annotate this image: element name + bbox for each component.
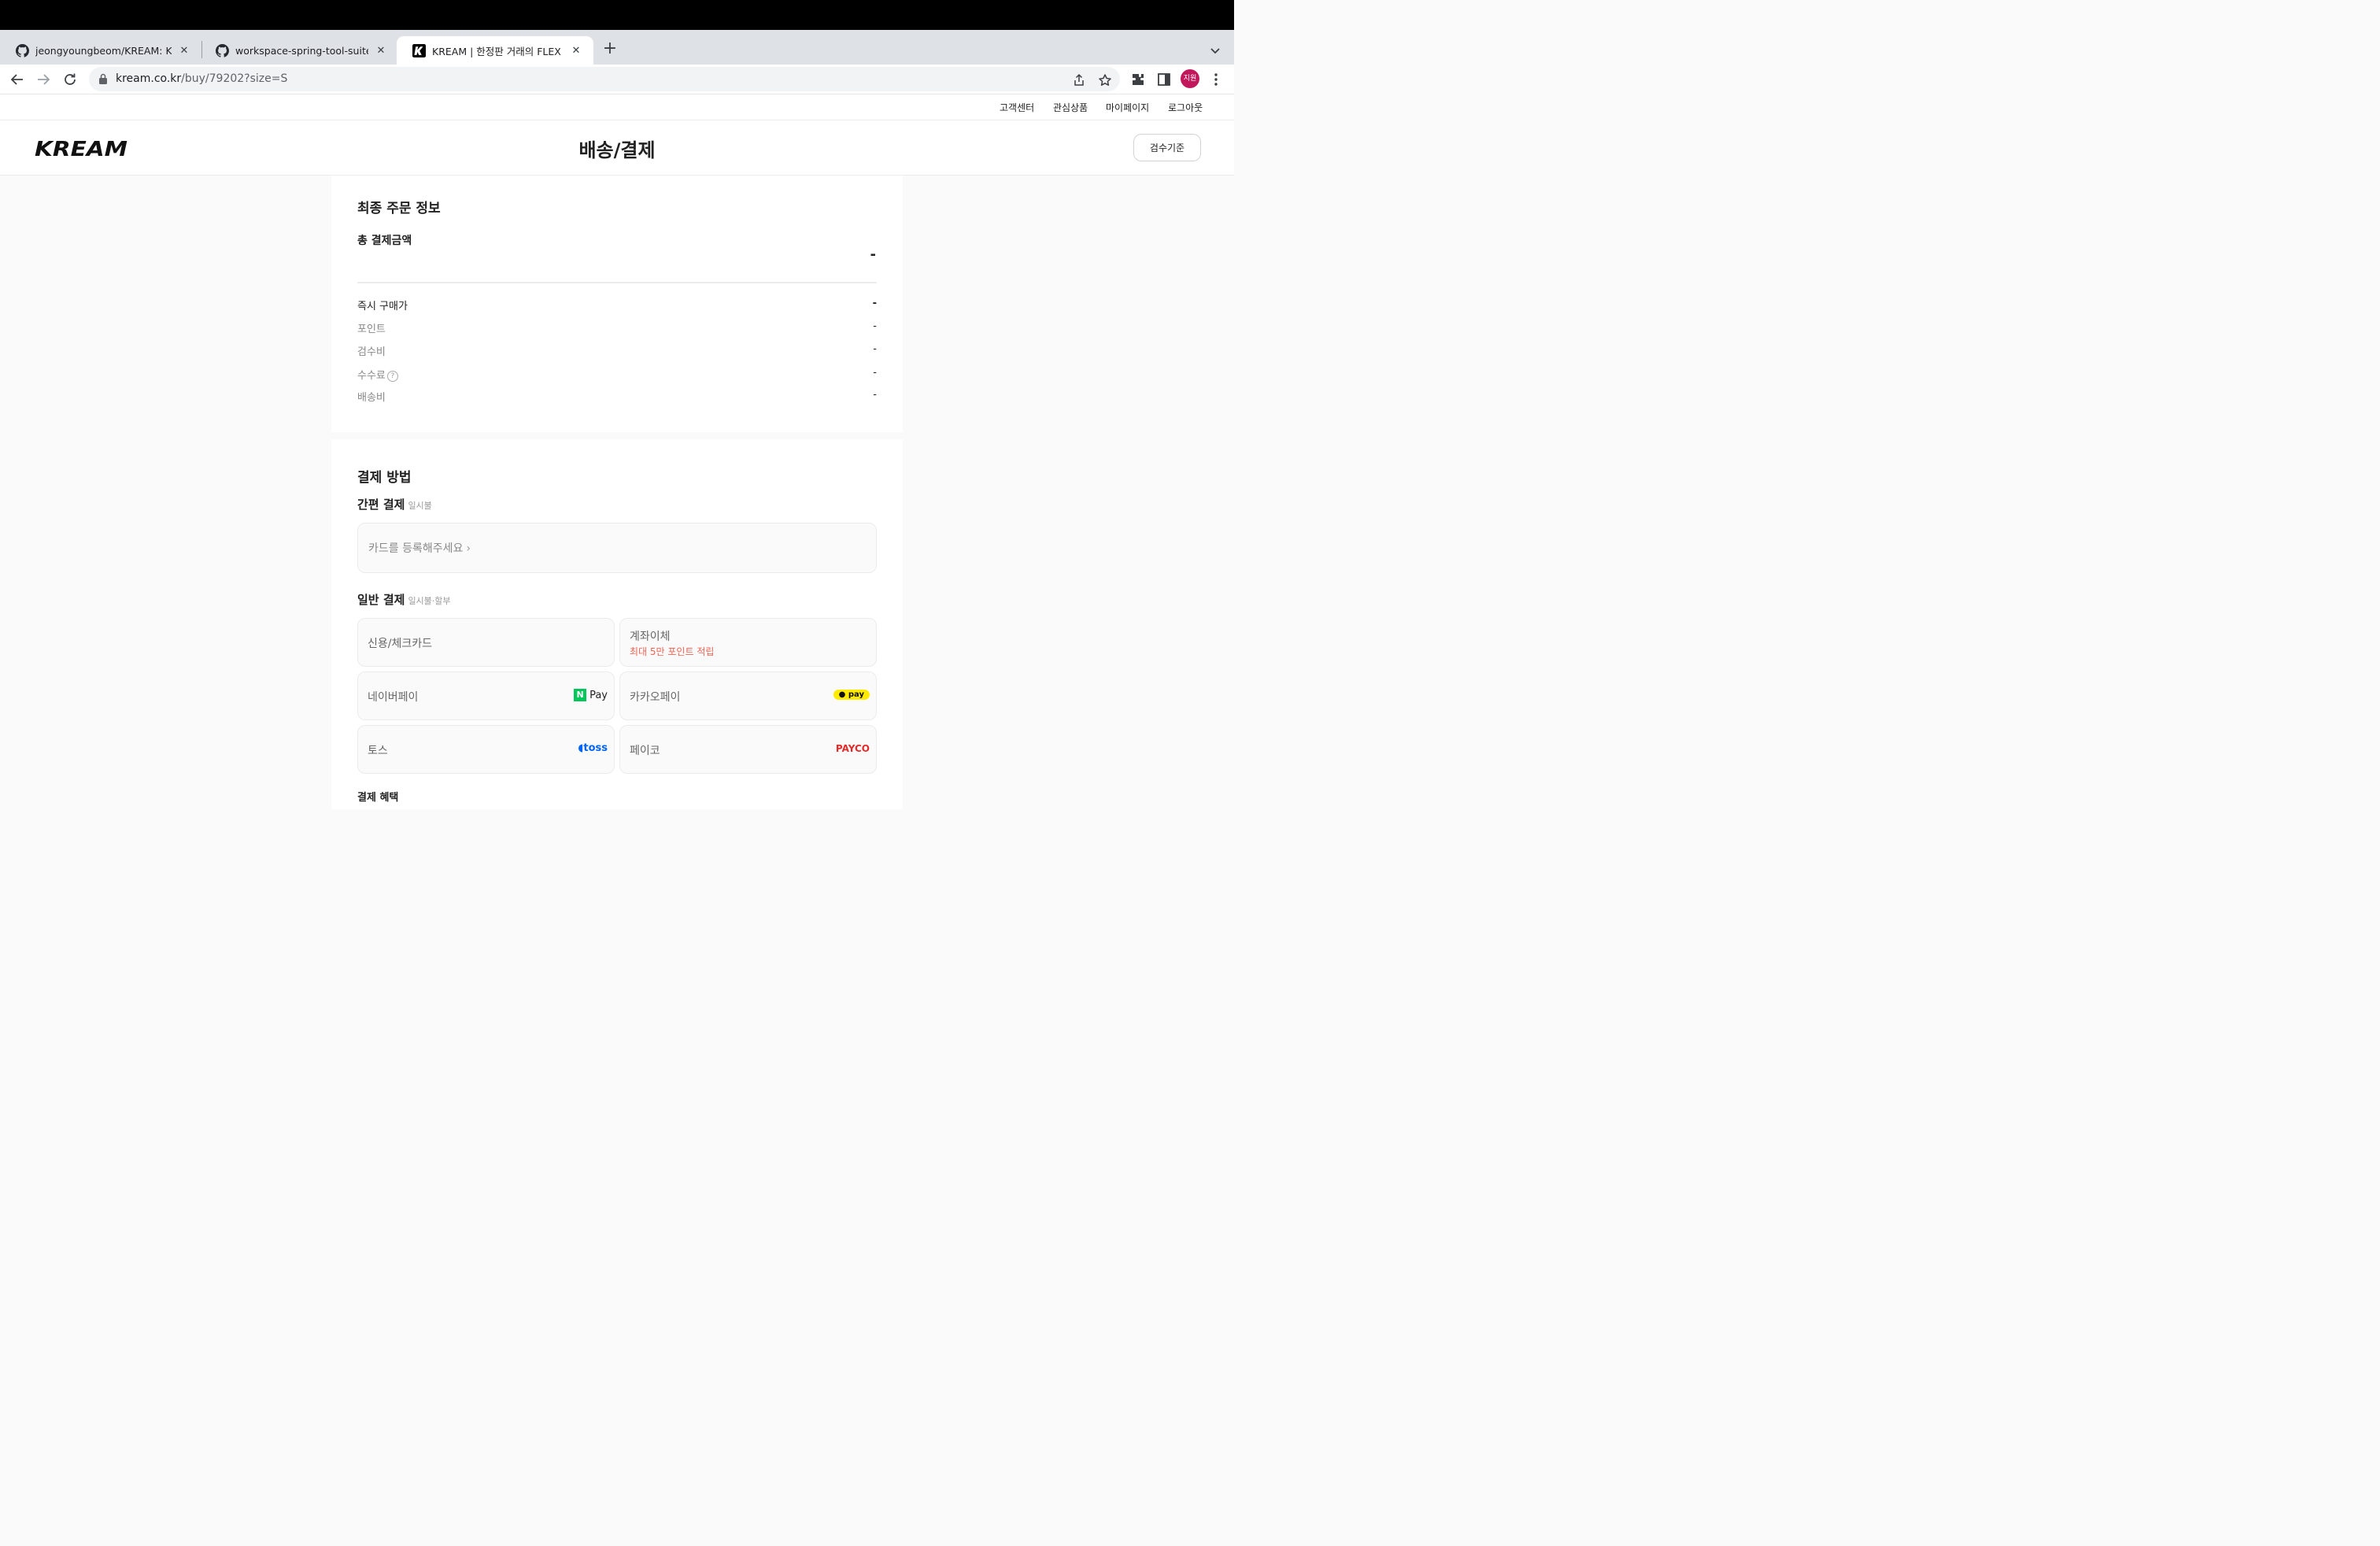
browser-tab-github-workspace[interactable]: workspace-spring-tool-suite-4 ✕ xyxy=(200,36,398,65)
browser-tab-kream-active[interactable]: KREAM | 한정판 거래의 FLEX ✕ xyxy=(397,36,593,65)
row-label: 검수비 xyxy=(357,346,386,358)
row-label: 즉시 구매가 xyxy=(357,301,408,313)
forward-arrow-icon[interactable] xyxy=(35,71,52,88)
kream-icon xyxy=(412,43,426,57)
url-text[interactable]: kream.co.kr/buy/79202?size=S xyxy=(116,72,287,85)
tab-search-chevron-icon[interactable] xyxy=(1207,43,1223,58)
row-value: - xyxy=(873,367,877,379)
close-tab-icon[interactable]: ✕ xyxy=(178,45,190,57)
pay-option-naverpay[interactable]: 네이버페이 N Pay xyxy=(357,671,615,720)
order-summary-title: 최종 주문 정보 xyxy=(357,201,441,216)
profile-avatar[interactable]: 지원 xyxy=(1181,69,1199,88)
price-row-buy-now: 즉시 구매가 - xyxy=(357,298,877,313)
link-customer-center[interactable]: 고객센터 xyxy=(1000,101,1034,114)
general-pay-note: 일시불·할부 xyxy=(408,596,451,606)
help-question-icon[interactable]: ? xyxy=(386,371,398,382)
pay-option-payco[interactable]: 페이코 PAYCO xyxy=(619,725,877,774)
github-icon xyxy=(16,43,29,57)
toss-logo: ◖toss xyxy=(578,742,608,754)
extensions-puzzle-icon[interactable] xyxy=(1130,72,1146,87)
page-title: 배송/결제 xyxy=(578,139,656,161)
total-payment-value: - xyxy=(870,246,876,263)
link-mypage[interactable]: 마이페이지 xyxy=(1106,101,1149,114)
reload-icon[interactable] xyxy=(61,71,79,88)
pay-option-bank-transfer[interactable]: 계좌이체 최대 5만 포인트 적립 xyxy=(619,618,877,667)
pay-option-label: 카카오페이 xyxy=(630,691,681,704)
close-tab-icon[interactable]: ✕ xyxy=(570,45,582,57)
pay-option-label: 페이코 xyxy=(630,745,660,757)
more-menu-icon[interactable] xyxy=(1208,72,1224,87)
utility-bar: 고객센터 관심상품 마이페이지 로그아웃 xyxy=(0,94,1234,120)
browser-toolbar: kream.co.kr/buy/79202?size=S 지원 xyxy=(0,65,1234,94)
bookmark-star-icon[interactable] xyxy=(1098,73,1112,87)
inspection-criteria-button[interactable]: 검수기준 xyxy=(1133,134,1201,161)
tab-title: workspace-spring-tool-suite-4 xyxy=(235,44,368,57)
link-logout[interactable]: 로그아웃 xyxy=(1168,101,1203,114)
pay-option-toss[interactable]: 토스 ◖toss xyxy=(357,725,615,774)
naver-n-badge: N xyxy=(574,689,587,701)
side-panel-icon[interactable] xyxy=(1156,72,1172,87)
pay-option-label: 계좌이체 xyxy=(630,631,671,643)
naverpay-logo: N Pay xyxy=(574,689,608,701)
payment-method-title: 결제 방법 xyxy=(357,470,412,486)
general-pay-heading: 일반 결제 일시불·할부 xyxy=(357,593,451,607)
tab-separator xyxy=(201,41,202,58)
divider xyxy=(357,282,877,283)
row-value: - xyxy=(873,320,877,332)
price-row-commission: 수수료? - xyxy=(357,367,877,383)
chevron-right-icon: › xyxy=(466,542,471,555)
easy-pay-heading: 간편 결제 일시불 xyxy=(357,497,432,512)
share-icon[interactable] xyxy=(1072,73,1086,87)
system-top-bar xyxy=(0,0,1234,30)
tab-title: jeongyoungbeom/KREAM: KREAM xyxy=(35,44,172,57)
browser-tab-github-kream[interactable]: jeongyoungbeom/KREAM: KREAM ✕ xyxy=(0,36,201,65)
easy-pay-note: 일시불 xyxy=(408,501,432,511)
payment-method-panel: 결제 방법 간편 결제 일시불 카드를 등록해주세요 › 일반 결제 일시불·할부 신… xyxy=(331,439,903,809)
bank-transfer-promo: 최대 5만 포인트 적립 xyxy=(630,646,715,657)
pay-option-label: 토스 xyxy=(368,745,388,757)
price-row-points: 포인트 - xyxy=(357,320,877,336)
address-bar[interactable]: kream.co.kr/buy/79202?size=S xyxy=(89,67,1120,91)
github-icon xyxy=(216,43,229,57)
site-header: KREAM 배송/결제 검수기준 xyxy=(0,120,1234,176)
pay-option-label: 신용/체크카드 xyxy=(368,638,432,650)
link-wishlist[interactable]: 관심상품 xyxy=(1053,101,1088,114)
price-row-inspection-fee: 검수비 - xyxy=(357,343,877,359)
row-value: - xyxy=(873,343,877,355)
naverpay-logo-text: Pay xyxy=(589,689,608,701)
row-value: - xyxy=(873,389,877,401)
price-row-shipping: 배송비 - xyxy=(357,389,877,405)
total-payment-label: 총 결제금액 xyxy=(357,235,412,247)
row-value: - xyxy=(872,298,877,309)
close-tab-icon[interactable]: ✕ xyxy=(375,45,387,57)
order-summary-panel: 최종 주문 정보 총 결제금액 - 즉시 구매가 - 포인트 - 검수비 - 수… xyxy=(331,176,903,432)
back-arrow-icon[interactable] xyxy=(9,71,26,88)
row-label: 포인트 xyxy=(357,324,386,335)
register-card-button[interactable]: 카드를 등록해주세요 › xyxy=(357,523,877,573)
payco-logo: PAYCO xyxy=(835,743,870,754)
pay-option-label: 네이버페이 xyxy=(368,691,419,704)
row-label: 배송비 xyxy=(357,392,386,404)
pay-option-kakaopay[interactable]: 카카오페이 ● pay xyxy=(619,671,877,720)
kakaopay-logo: ● pay xyxy=(833,690,870,700)
lock-icon[interactable] xyxy=(98,73,108,84)
payment-benefits-label: 결제 혜택 xyxy=(357,792,399,804)
pay-option-credit-card[interactable]: 신용/체크카드 xyxy=(357,618,615,667)
tab-title: KREAM | 한정판 거래의 FLEX xyxy=(432,45,561,57)
row-label: 수수료? xyxy=(357,367,398,382)
new-tab-icon[interactable]: + xyxy=(601,40,619,58)
